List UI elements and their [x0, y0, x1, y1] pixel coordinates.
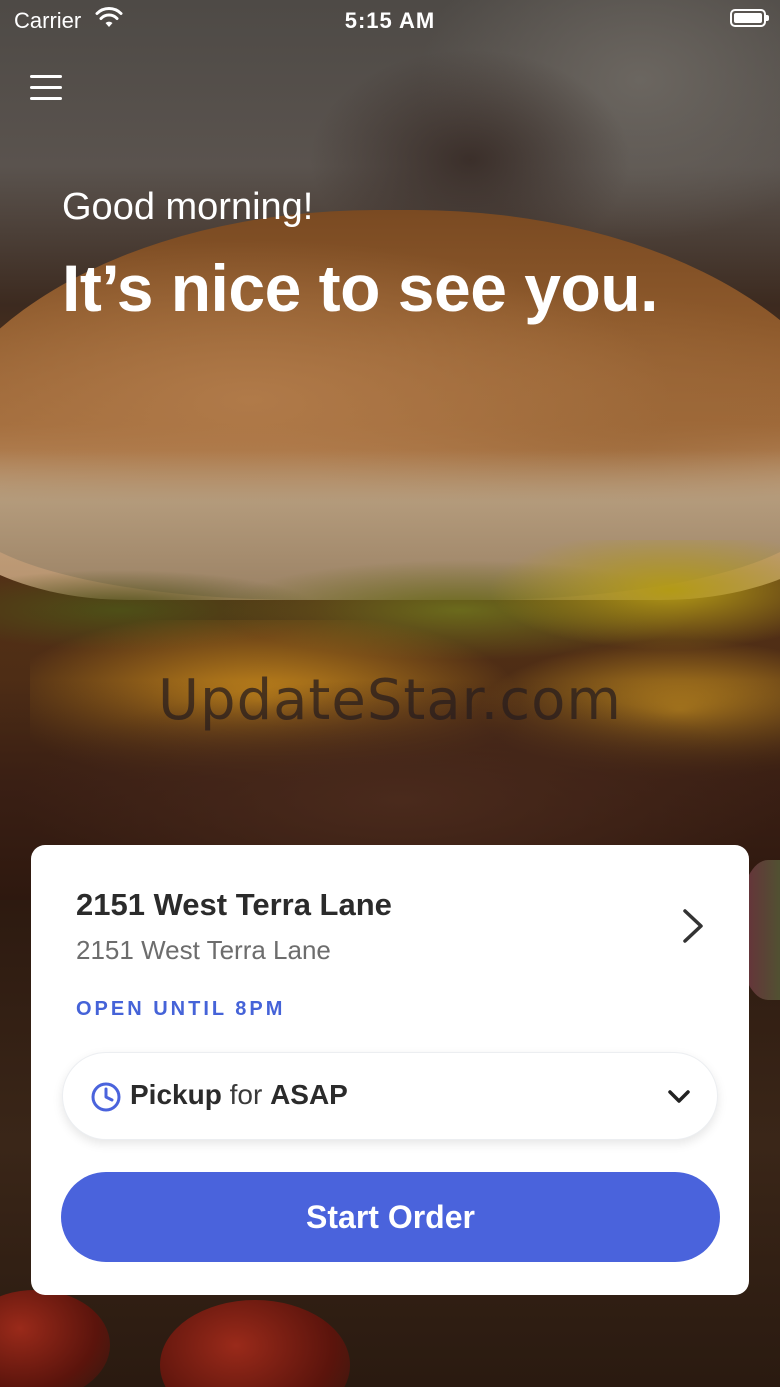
chevron-down-icon — [668, 1090, 690, 1103]
store-name: 2151 West Terra Lane — [76, 887, 392, 922]
store-address: 2151 West Terra Lane — [76, 935, 331, 965]
order-mode-label: Pickup — [130, 1079, 222, 1110]
chevron-right-icon — [683, 909, 703, 943]
store-hours: OPEN UNTIL 8PM — [76, 998, 286, 1020]
clock-time: 5:15 AM — [344, 8, 436, 33]
headline-text: It’s nice to see you. — [62, 251, 658, 325]
clock-icon — [91, 1082, 121, 1112]
order-time-label: ASAP — [270, 1079, 348, 1110]
order-mode-select[interactable]: Pickup for ASAP — [62, 1052, 718, 1140]
start-order-button[interactable]: Start Order — [61, 1172, 720, 1262]
store-selector[interactable]: 2151 West Terra Lane 2151 West Terra Lan… — [31, 845, 749, 985]
store-card: 2151 West Terra Lane 2151 West Terra Lan… — [31, 845, 749, 1295]
greeting-text: Good morning! — [62, 186, 314, 228]
order-mode-text: Pickup for ASAP — [130, 1079, 348, 1111]
status-bar: Carrier 5:15 AM — [0, 0, 780, 40]
watermark: UpdateStar.com — [158, 668, 622, 733]
menu-icon[interactable] — [30, 75, 62, 103]
battery-icon — [730, 9, 769, 27]
order-mode-connector: for — [229, 1079, 263, 1110]
